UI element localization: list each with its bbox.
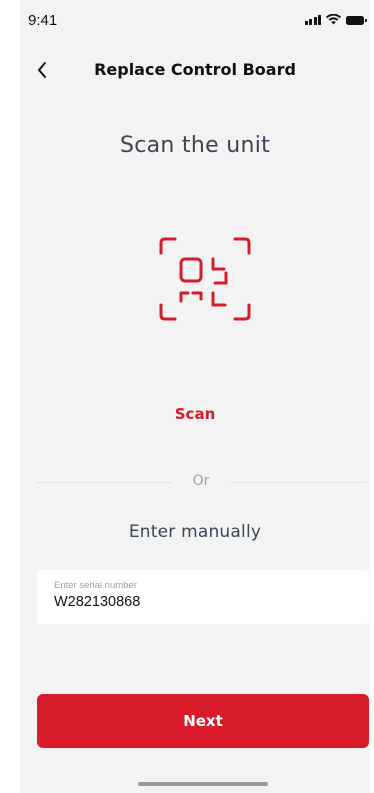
scan-button[interactable]: Scan xyxy=(20,405,370,423)
battery-icon xyxy=(346,16,367,25)
serial-number-label: Enter serial number xyxy=(54,580,137,591)
wifi-icon xyxy=(326,14,341,25)
page-title: Replace Control Board xyxy=(94,60,296,79)
divider-line-right xyxy=(230,482,366,483)
status-icons xyxy=(304,14,367,25)
app-screen: 9:41 Replace Control Board Scan the unit xyxy=(20,0,370,793)
nav-bar: Replace Control Board xyxy=(20,52,370,88)
scan-heading: Scan the unit xyxy=(119,133,271,158)
qr-scan-icon[interactable] xyxy=(155,235,255,335)
or-divider: Or xyxy=(36,472,366,492)
serial-number-value[interactable]: W282130868 xyxy=(54,594,140,610)
next-button[interactable]: Next xyxy=(37,694,369,748)
status-time: 9:41 xyxy=(28,12,58,29)
manual-entry-heading: Enter manually xyxy=(128,522,262,542)
status-bar: 9:41 xyxy=(20,0,370,44)
divider-text: Or xyxy=(192,473,210,489)
cellular-signal-icon xyxy=(304,14,321,25)
serial-number-field[interactable]: Enter serial number W282130868 xyxy=(37,570,369,624)
home-indicator[interactable] xyxy=(138,782,268,786)
